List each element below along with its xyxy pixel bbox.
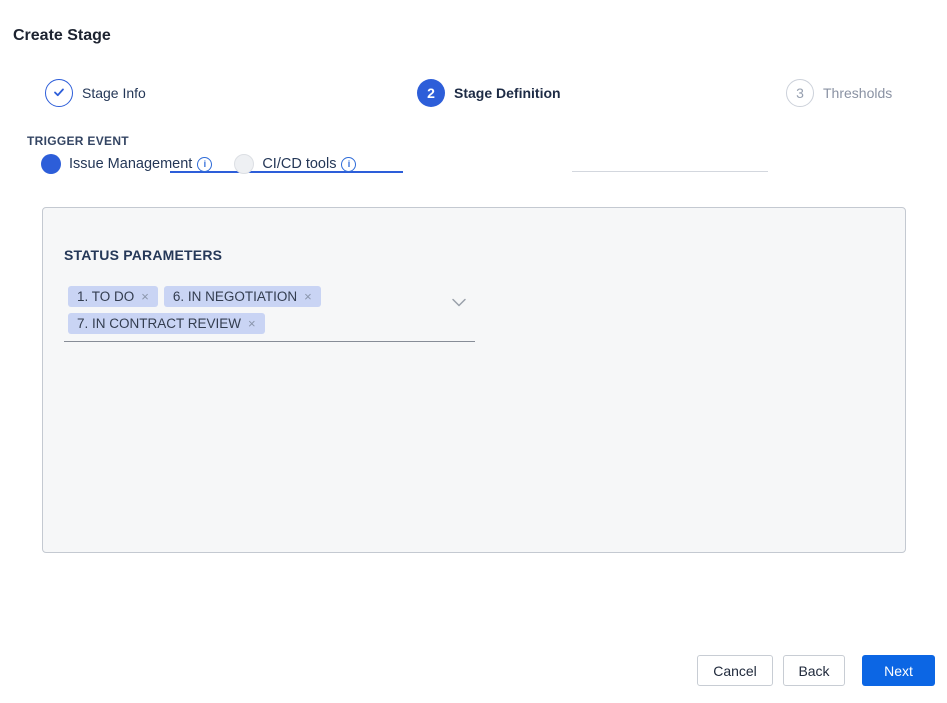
info-icon[interactable]: i — [341, 157, 356, 172]
step-completed-circle — [45, 79, 73, 107]
chip-remove-icon[interactable]: × — [248, 316, 256, 331]
stepper-step-stage-definition[interactable]: 2 Stage Definition — [417, 79, 561, 107]
status-parameters-heading: STATUS PARAMETERS — [64, 247, 222, 263]
stepper-step-stage-info[interactable]: Stage Info — [45, 79, 146, 107]
chip-to-do[interactable]: 1. TO DO × — [68, 286, 158, 307]
wizard-stepper: Stage Info 2 Stage Definition 3 Threshol… — [0, 79, 947, 107]
check-icon — [51, 84, 67, 103]
stepper-step-thresholds[interactable]: 3 Thresholds — [786, 79, 892, 107]
radio-selected-icon[interactable] — [41, 154, 61, 174]
chip-list: 1. TO DO × 6. IN NEGOTIATION × 7. IN CON… — [68, 286, 447, 334]
status-multiselect[interactable]: 1. TO DO × 6. IN NEGOTIATION × 7. IN CON… — [64, 284, 475, 342]
radio-label: Issue Management — [69, 156, 192, 172]
info-icon[interactable]: i — [197, 157, 212, 172]
radio-issue-management[interactable]: Issue Management i — [41, 154, 212, 174]
trigger-event-label: TRIGGER EVENT — [27, 134, 129, 148]
chip-remove-icon[interactable]: × — [141, 289, 149, 304]
cancel-button[interactable]: Cancel — [697, 655, 773, 686]
trigger-event-options: Issue Management i CI/CD tools i — [41, 153, 356, 175]
status-parameters-panel: STATUS PARAMETERS 1. TO DO × 6. IN NEGOT… — [42, 207, 906, 553]
chip-in-negotiation[interactable]: 6. IN NEGOTIATION × — [164, 286, 321, 307]
radio-label: CI/CD tools — [262, 156, 336, 172]
next-button[interactable]: Next — [862, 655, 935, 686]
chevron-down-icon[interactable] — [451, 294, 467, 312]
step-label: Stage Definition — [454, 85, 561, 101]
step-label: Thresholds — [823, 85, 892, 101]
chip-label: 7. IN CONTRACT REVIEW — [77, 316, 241, 331]
chip-label: 6. IN NEGOTIATION — [173, 289, 297, 304]
step-upcoming-circle: 3 — [786, 79, 814, 107]
step-label: Stage Info — [82, 85, 146, 101]
chip-remove-icon[interactable]: × — [304, 289, 312, 304]
create-stage-dialog: Create Stage Stage Info 2 Stage Definiti… — [0, 0, 947, 703]
back-button[interactable]: Back — [783, 655, 845, 686]
step-active-circle: 2 — [417, 79, 445, 107]
radio-unselected-icon[interactable] — [234, 154, 254, 174]
stepper-connector-upcoming — [572, 171, 768, 172]
page-title: Create Stage — [13, 27, 111, 45]
footer-actions: Cancel Back Next — [0, 655, 947, 686]
radio-cicd-tools[interactable]: CI/CD tools i — [234, 154, 356, 174]
chip-label: 1. TO DO — [77, 289, 134, 304]
chip-in-contract-review[interactable]: 7. IN CONTRACT REVIEW × — [68, 313, 265, 334]
